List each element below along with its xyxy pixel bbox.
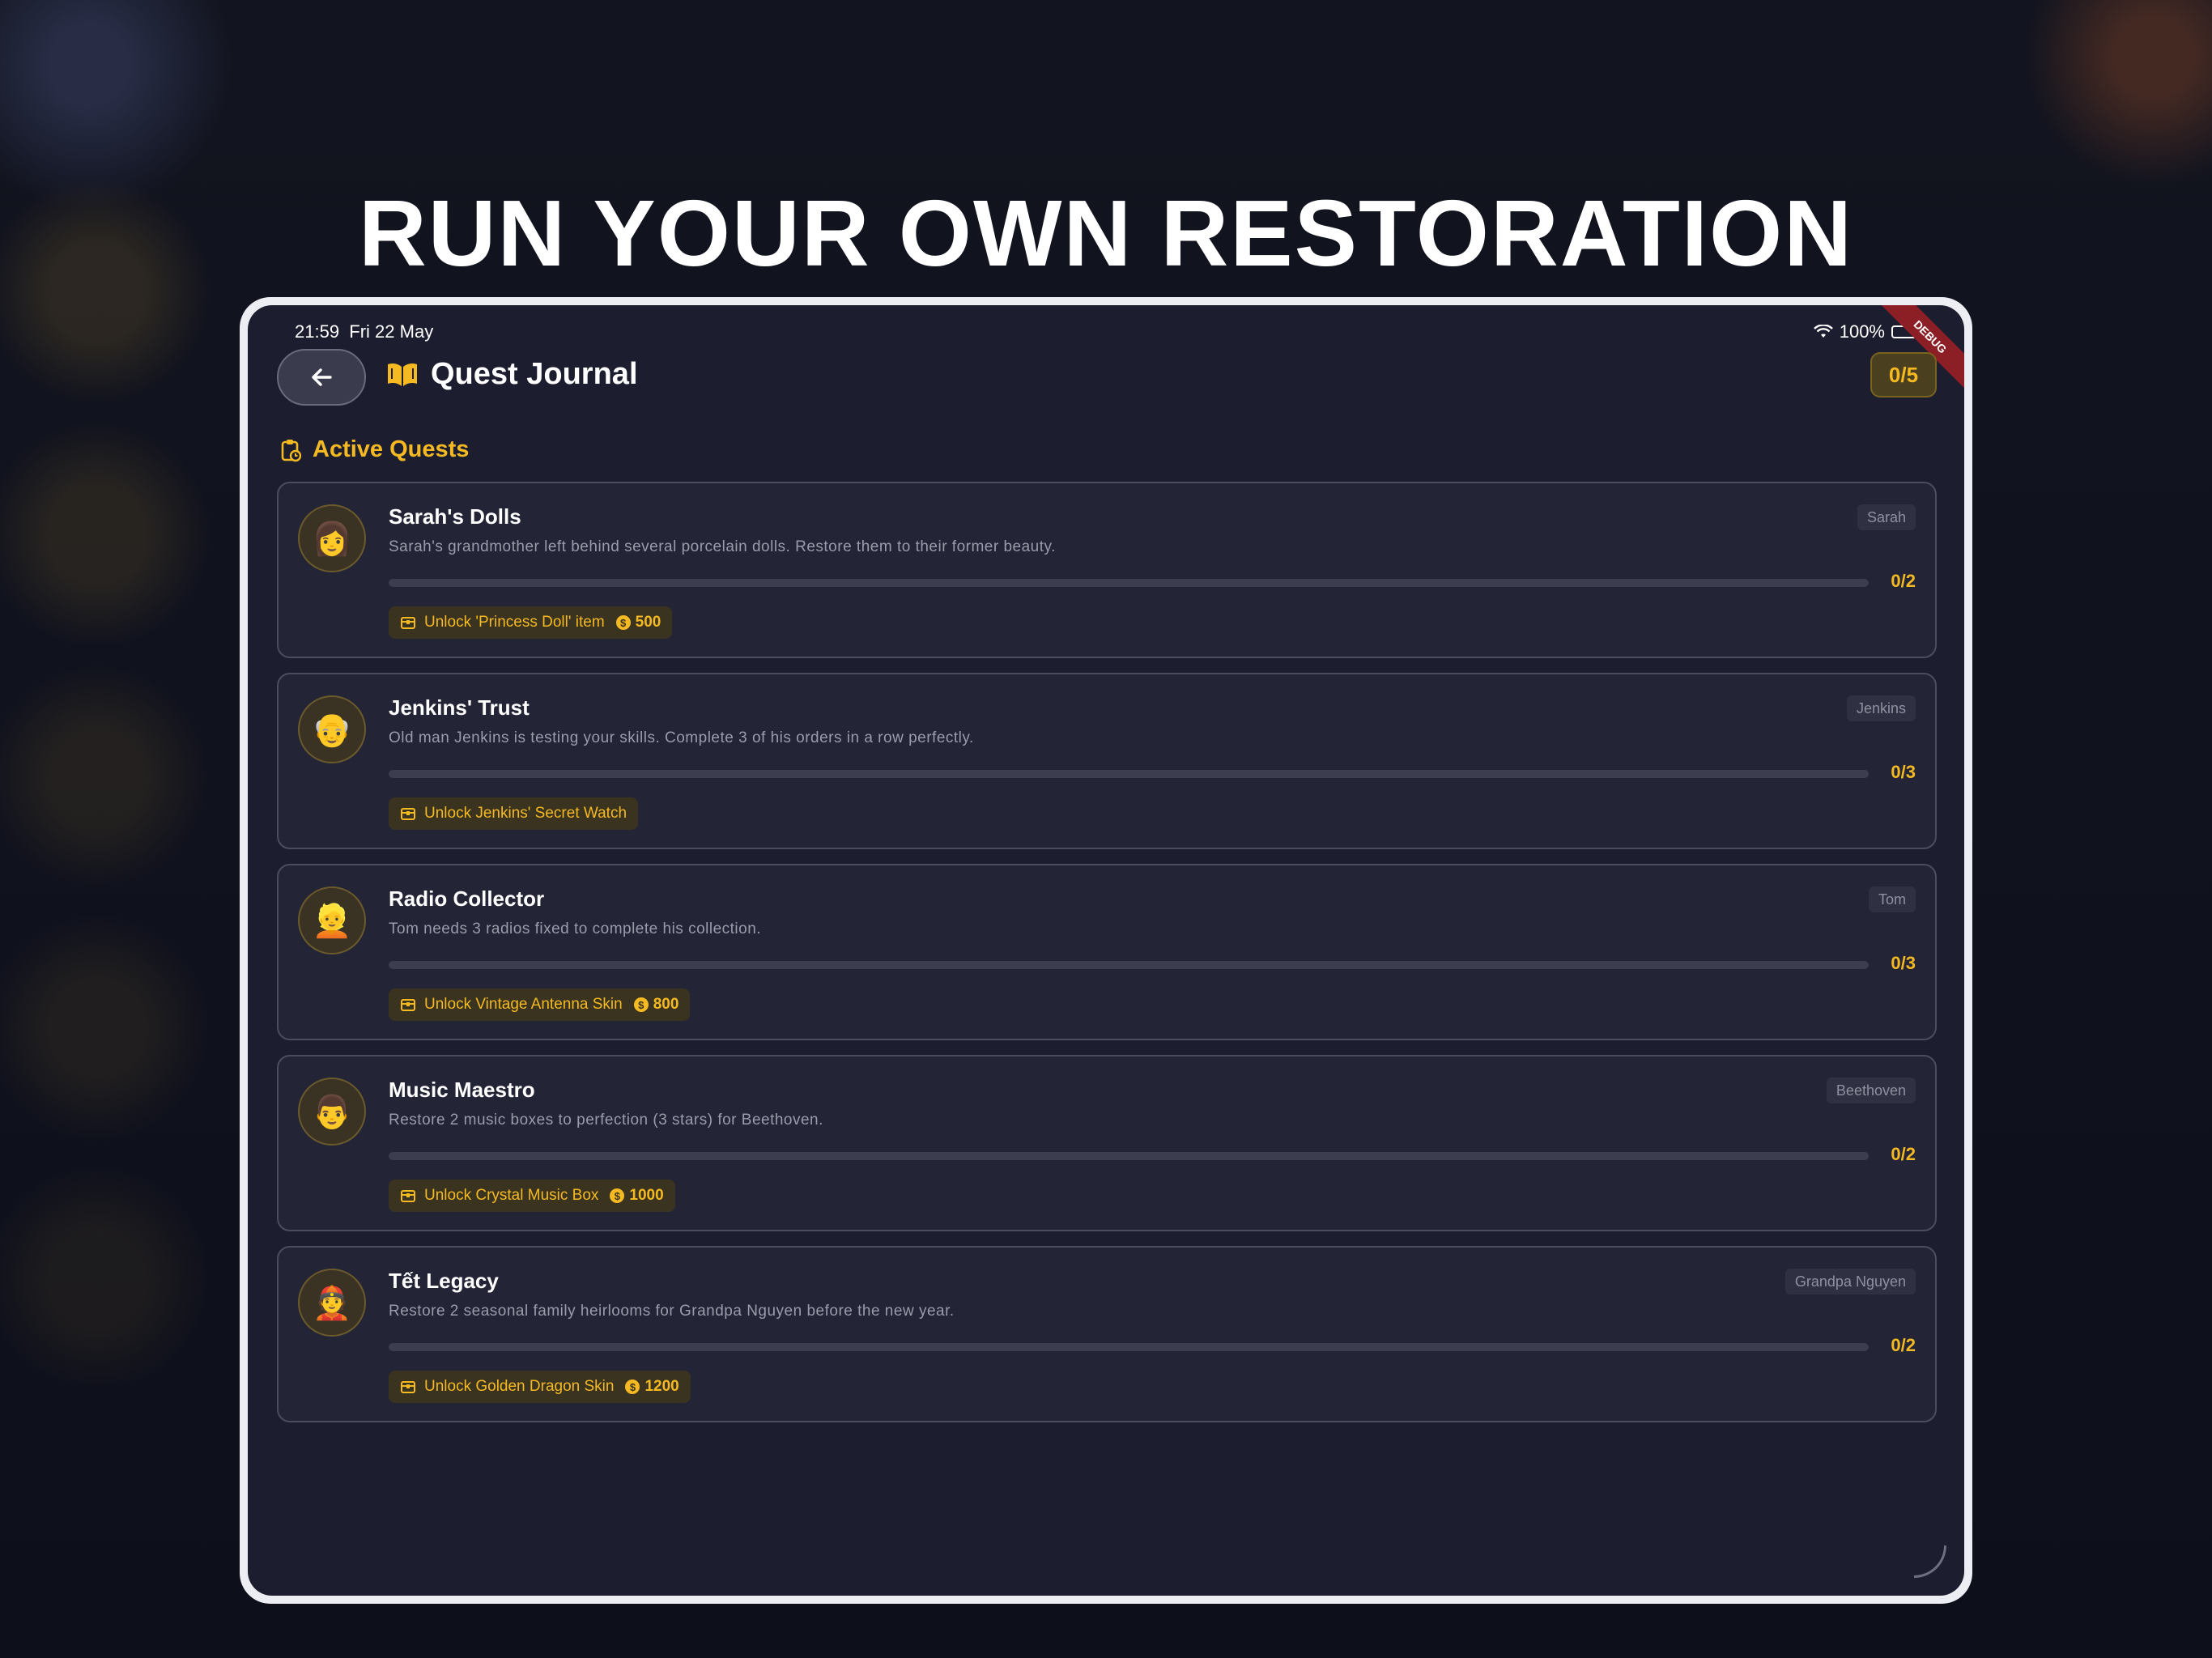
coin-icon: $ [625, 1380, 640, 1394]
quest-progress-count: 0/3 [1891, 762, 1916, 782]
quest-title: Tết Legacy [389, 1269, 499, 1293]
quest-card[interactable]: 👨 Music Maestro Beethoven Restore 2 musi… [277, 1055, 1937, 1231]
reward-chip: Unlock Crystal Music Box $1000 [389, 1180, 675, 1212]
reward-label: Unlock Vintage Antenna Skin [424, 996, 623, 1013]
npc-avatar: 👩 [298, 504, 366, 572]
quest-card[interactable]: 👩 Sarah's Dolls Sarah Sarah's grandmothe… [277, 482, 1937, 658]
reward-chip: Unlock Jenkins' Secret Watch [389, 797, 639, 830]
treasure-chest-icon [401, 1190, 415, 1202]
open-book-icon [388, 363, 417, 386]
coin-reward: $1000 [610, 1187, 664, 1205]
npc-avatar: 👱 [298, 886, 366, 954]
quest-progress-track [389, 961, 1869, 969]
reward-chip: Unlock Vintage Antenna Skin $800 [389, 988, 691, 1021]
back-button[interactable] [277, 349, 366, 406]
status-bar-time: 21:59 Fri 22 May [295, 321, 433, 342]
quest-description: Old man Jenkins is testing your skills. … [389, 729, 974, 746]
reward-chip: Unlock 'Princess Doll' item $500 [389, 606, 673, 639]
treasure-chest-icon [401, 1381, 415, 1393]
npc-tag: Tom [1868, 886, 1916, 912]
quest-title: Radio Collector [389, 886, 545, 911]
quest-title: Music Maestro [389, 1078, 535, 1102]
tablet-frame: 21:59 Fri 22 May 100% DEBUG Quest Journa… [240, 297, 1972, 1604]
reward-label: Unlock Golden Dragon Skin [424, 1378, 615, 1395]
coin-icon: $ [610, 1188, 625, 1203]
npc-tag: Grandpa Nguyen [1784, 1269, 1916, 1295]
reward-label: Unlock Crystal Music Box [424, 1187, 599, 1204]
coin-reward: $1200 [625, 1378, 679, 1396]
coin-amount: 500 [635, 614, 661, 631]
npc-tag: Jenkins [1846, 695, 1916, 721]
coin-icon: $ [615, 615, 631, 630]
clock: 21:59 [295, 321, 340, 342]
clipboard-clock-icon [281, 439, 301, 461]
quest-progress-count: 0/2 [1891, 1335, 1916, 1355]
coin-reward: $800 [633, 996, 679, 1014]
reward-label: Unlock Jenkins' Secret Watch [424, 805, 627, 822]
coin-reward: $500 [615, 614, 661, 631]
wifi-icon [1813, 325, 1833, 338]
date: Fri 22 May [349, 321, 434, 342]
quest-description: Tom needs 3 radios fixed to complete his… [389, 920, 762, 937]
quest-progress-track [389, 770, 1869, 778]
coin-amount: 1000 [629, 1187, 664, 1204]
quest-progress-count: 0/2 [1891, 1144, 1916, 1164]
quest-card[interactable]: 👴 Jenkins' Trust Jenkins Old man Jenkins… [277, 673, 1937, 849]
npc-avatar: 👲 [298, 1269, 366, 1337]
quest-description: Restore 2 seasonal family heirlooms for … [389, 1303, 955, 1320]
page-title: Quest Journal [431, 357, 638, 391]
npc-avatar: 👴 [298, 695, 366, 763]
app-screen: 21:59 Fri 22 May 100% DEBUG Quest Journa… [248, 305, 1964, 1596]
quest-title: Sarah's Dolls [389, 504, 521, 529]
treasure-chest-icon [401, 617, 415, 629]
npc-avatar: 👨 [298, 1078, 366, 1146]
coin-amount: 1200 [644, 1378, 679, 1395]
section-header: Active Quests [280, 436, 469, 463]
quest-title: Jenkins' Trust [389, 695, 530, 720]
reward-chip: Unlock Golden Dragon Skin $1200 [389, 1371, 691, 1403]
treasure-chest-icon [401, 808, 415, 820]
coin-icon: $ [633, 997, 649, 1012]
npc-tag: Sarah [1857, 504, 1916, 530]
arrow-left-icon [312, 368, 332, 386]
quest-description: Restore 2 music boxes to perfection (3 s… [389, 1112, 823, 1129]
reward-label: Unlock 'Princess Doll' item [424, 614, 605, 631]
npc-tag: Beethoven [1826, 1078, 1916, 1103]
quest-list: 👩 Sarah's Dolls Sarah Sarah's grandmothe… [277, 482, 1937, 1437]
quest-progress-track [389, 579, 1869, 587]
coin-amount: 800 [653, 996, 679, 1013]
promo-headline: RUN YOUR OWN RESTORATION [358, 181, 1854, 286]
quest-progress-badge[interactable]: 0/5 [1870, 352, 1937, 397]
page-title-row: Quest Journal [385, 357, 638, 392]
quest-progress-count: 0/3 [1891, 953, 1916, 973]
quest-progress-track [389, 1152, 1869, 1160]
quest-description: Sarah's grandmother left behind several … [389, 538, 1056, 555]
resize-corner-indicator [1914, 1545, 1946, 1578]
section-title: Active Quests [313, 436, 470, 462]
quest-progress-count: 0/2 [1891, 571, 1916, 591]
quest-card[interactable]: 👲 Tết Legacy Grandpa Nguyen Restore 2 se… [277, 1246, 1937, 1422]
battery-percent: 100% [1839, 321, 1885, 342]
quest-card[interactable]: 👱 Radio Collector Tom Tom needs 3 radios… [277, 864, 1937, 1040]
treasure-chest-icon [401, 999, 415, 1011]
quest-progress-track [389, 1343, 1869, 1351]
